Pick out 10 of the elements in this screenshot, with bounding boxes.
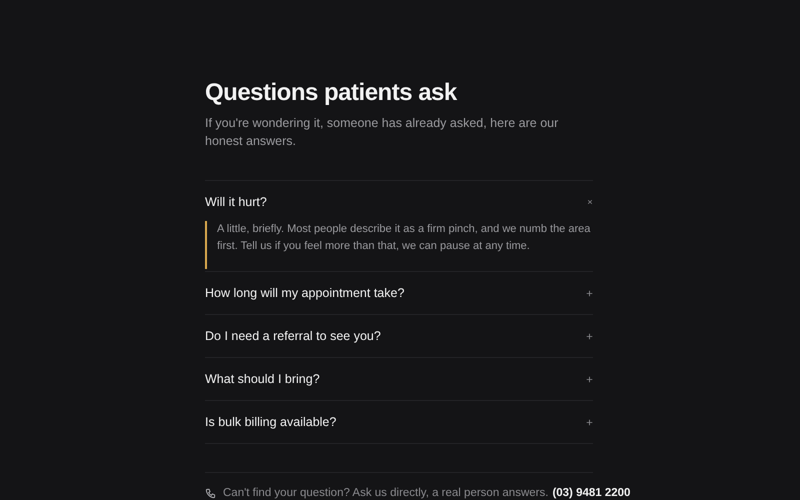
faq-question[interactable]: How long will my appointment take? xyxy=(205,272,593,314)
faq-question[interactable]: Do I need a referral to see you? xyxy=(205,315,593,357)
faq-answer: A little, briefly. Most people describe it as a firm pinch, and we numb the area first. Tell us if you feel more than that, we can pause at any time. xyxy=(205,221,593,269)
page-subtitle: If you're wondering it, someone has already asked, here are our honest answers. xyxy=(205,115,560,150)
help-text: Can't find your question? Ask us directly, a real person answers. xyxy=(223,487,548,499)
faq-question[interactable]: Will it hurt? xyxy=(205,181,593,223)
page-title: Questions patients ask xyxy=(205,78,458,108)
phone-link[interactable]: (03) 9481 2200 xyxy=(552,487,630,499)
faq-question[interactable]: Is bulk billing available? xyxy=(205,401,593,443)
faq-question[interactable]: What should I bring? xyxy=(205,358,593,400)
